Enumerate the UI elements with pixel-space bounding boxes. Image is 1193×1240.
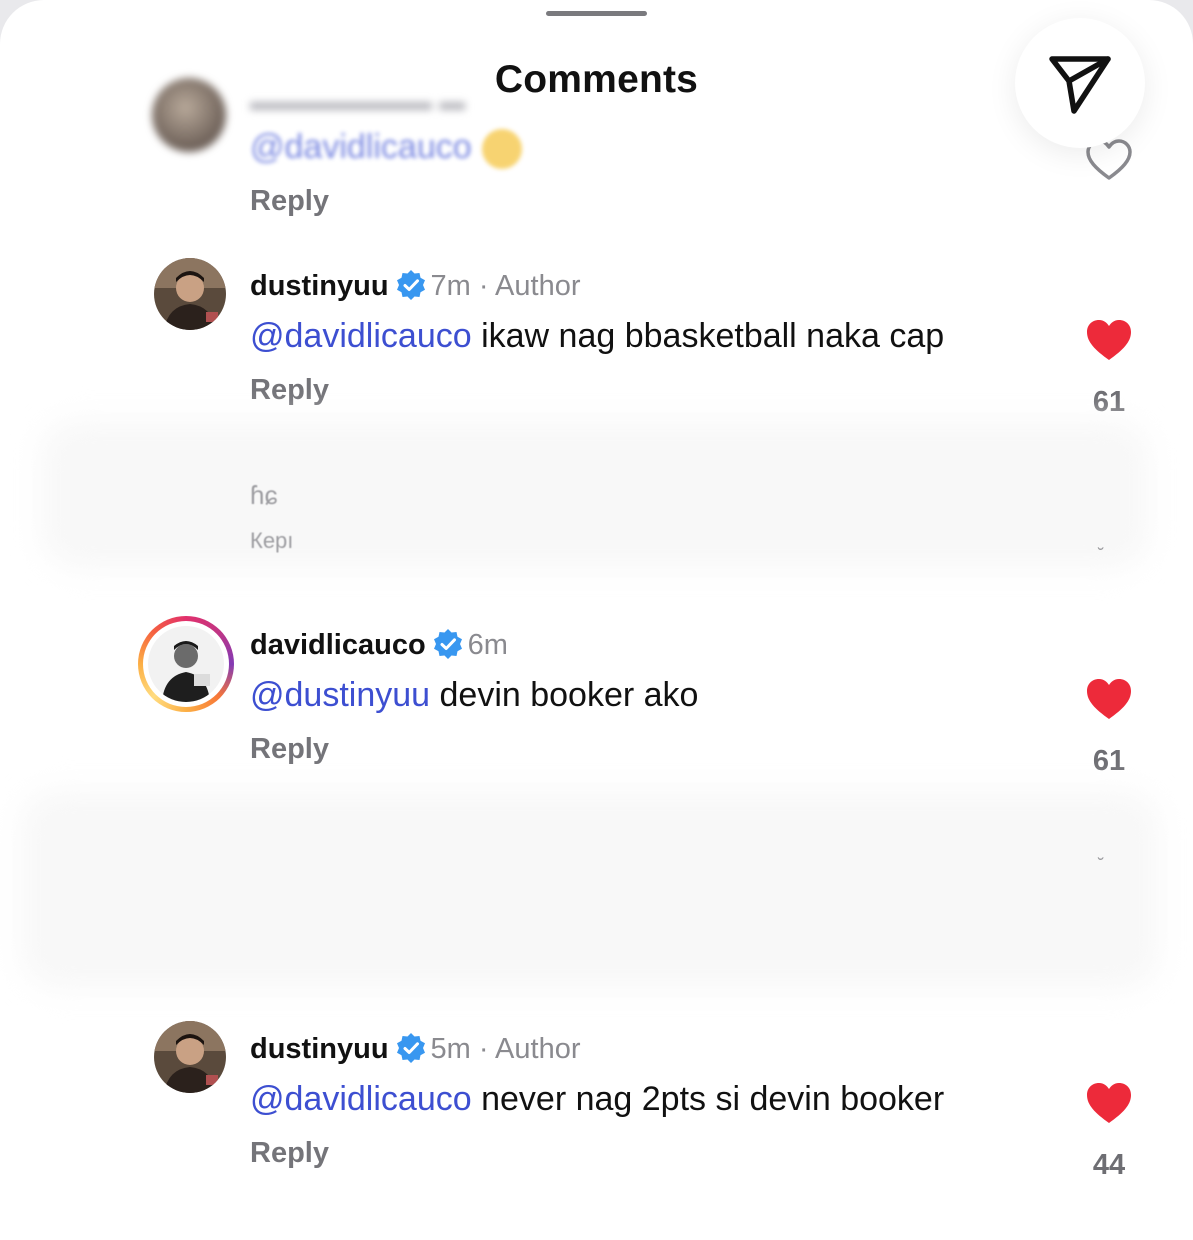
mention-link[interactable]: @davidlicauco <box>250 128 472 166</box>
reply-button[interactable]: Reply <box>250 733 329 766</box>
timestamp: 5m <box>430 1033 471 1065</box>
mention-link[interactable]: @davidlicauco <box>250 317 472 355</box>
username[interactable]: dustinyuu <box>250 270 389 302</box>
comment-text: @davidlicauco <box>250 128 522 170</box>
avatar[interactable] <box>138 616 234 712</box>
timestamp: 7m <box>430 270 471 302</box>
share-button[interactable] <box>1015 18 1145 148</box>
comment-meta: davidlicauco 6m <box>250 628 508 662</box>
reply-button[interactable]: Reply <box>250 1137 329 1170</box>
author-label: Author <box>495 270 581 302</box>
erased-area <box>40 420 1150 570</box>
obscured-text: ɦɕ <box>250 480 278 510</box>
comment-body: devin booker ako <box>439 676 699 714</box>
comment-text: @davidlicauco never nag 2pts si devin bo… <box>250 1080 944 1119</box>
comment-body: ikaw nag bbasketball naka cap <box>481 317 945 355</box>
like-count: 61 <box>1092 386 1126 418</box>
comment-meta: dustinyuu 7m · Author <box>250 269 581 303</box>
paper-plane-icon <box>1049 56 1111 114</box>
comment-text: @dustinyuu devin booker ako <box>250 676 698 715</box>
avatar[interactable] <box>154 1021 226 1093</box>
obscured-mark: ˘ <box>1098 855 1104 875</box>
laughing-emoji-icon <box>481 129 522 170</box>
heart-icon[interactable] <box>1085 677 1133 721</box>
mention-link[interactable]: @dustinyuu <box>250 676 430 714</box>
like-count: 61 <box>1092 745 1126 777</box>
verified-badge-icon <box>396 1033 425 1063</box>
blurred-comment: ▬▬▬▬▬▬▬ ▬ @davidlicauco Reply <box>0 0 1193 230</box>
username[interactable]: dustinyuu <box>250 1033 389 1065</box>
separator: · <box>478 1033 489 1065</box>
reply-button[interactable]: Reply <box>250 185 329 218</box>
erased-area <box>20 790 1160 990</box>
separator: · <box>478 270 489 302</box>
reply-button[interactable]: Reply <box>250 374 329 407</box>
timestamp: 6m <box>467 629 508 661</box>
avatar[interactable] <box>154 258 226 330</box>
comment-meta: dustinyuu 5m · Author <box>250 1032 581 1066</box>
comments-sheet: ▬▬▬▬▬▬▬ ▬ @davidlicauco Reply Comments d… <box>0 0 1193 1240</box>
verified-badge-icon <box>396 270 425 300</box>
obscured-text: Керı <box>250 528 294 553</box>
author-label: Author <box>495 1033 581 1065</box>
heart-icon[interactable] <box>1085 318 1133 362</box>
comment-body: never nag 2pts si devin booker <box>481 1080 945 1118</box>
verified-badge-icon <box>433 629 462 659</box>
username[interactable]: davidlicauco <box>250 629 426 661</box>
comment-text: @davidlicauco ikaw nag bbasketball naka … <box>250 317 944 356</box>
heart-icon[interactable] <box>1085 1081 1133 1125</box>
mention-link[interactable]: @davidlicauco <box>250 1080 472 1118</box>
like-count: 44 <box>1092 1149 1126 1181</box>
obscured-mark: ˘ <box>1098 545 1104 565</box>
